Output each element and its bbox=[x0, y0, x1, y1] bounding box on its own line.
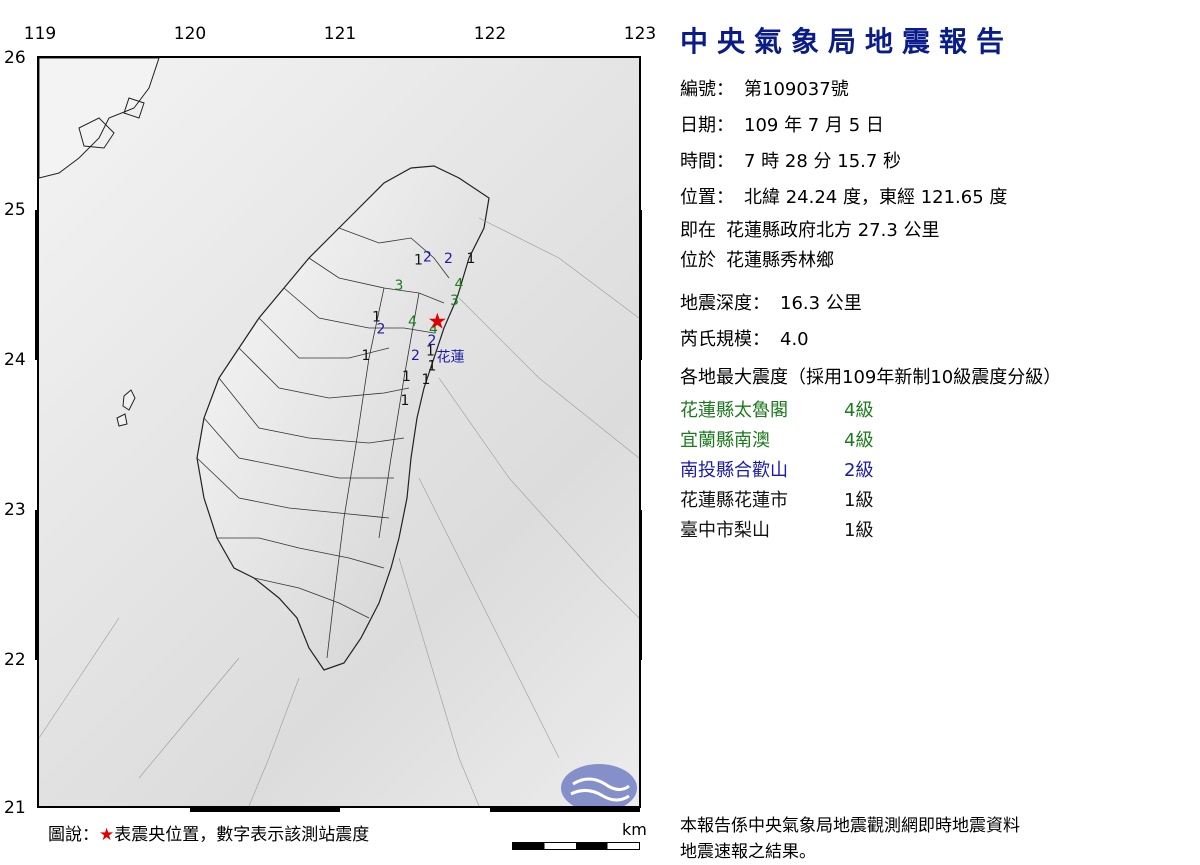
map-panel: 119 120 121 122 123 26 25 24 23 22 21 12213 bbox=[0, 0, 660, 857]
station-intensity-value: 2 bbox=[423, 249, 432, 265]
station-name: 臺中市梨山 bbox=[680, 520, 770, 541]
station-intensity-value: 1 bbox=[422, 372, 431, 388]
city-label-hualien: 花蓮 bbox=[437, 350, 465, 366]
station-intensity-value: 2 bbox=[411, 348, 420, 364]
station-name: 花蓮縣太魯閣 bbox=[680, 400, 788, 421]
station-row: 宜蘭縣南澳 4級 bbox=[680, 426, 1180, 456]
cwb-logo bbox=[561, 764, 637, 806]
taiwan-island bbox=[196, 165, 490, 671]
report-footer: 本報告係中央氣象局地震觀測網即時地震資料 地震速報之結果。 bbox=[680, 813, 1020, 865]
station-name: 南投縣合歡山 bbox=[680, 460, 788, 481]
scale-unit: km bbox=[622, 820, 647, 839]
station-intensity-value: 2 bbox=[444, 251, 453, 267]
latitude-label: 21 bbox=[4, 798, 26, 818]
terrain-map: 1 2 2 13 431 42 4212111 11 ★花蓮 bbox=[39, 58, 639, 806]
station-name: 宜蘭縣南澳 bbox=[680, 430, 770, 451]
station-level: 1級 bbox=[844, 520, 874, 541]
legend-prefix: 圖說： bbox=[48, 825, 99, 845]
station-row: 南投縣合歡山 2級 bbox=[680, 456, 1180, 486]
station-intensity-value: 4 bbox=[408, 314, 417, 330]
station-level: 4級 bbox=[844, 400, 874, 421]
report-number: 第109037號 bbox=[744, 79, 849, 100]
station-intensity-value: 1 bbox=[467, 251, 476, 267]
legend-text: 表震央位置，數字表示該測站震度 bbox=[114, 825, 370, 845]
report-position-row: 位置： 北緯 24.24 度，東經 121.65 度 bbox=[680, 187, 1008, 208]
station-intensity-value: 2 bbox=[377, 321, 386, 337]
map-legend: 圖說：★表震央位置，數字表示該測站震度 bbox=[48, 820, 369, 845]
station-intensity-value: 1 bbox=[362, 348, 371, 364]
report-date-row: 日期： 109 年 7 月 5 日 bbox=[680, 115, 884, 136]
footer-line-1: 本報告係中央氣象局地震觀測網即時地震資料 bbox=[680, 816, 1020, 836]
station-intensity-value: 1 bbox=[401, 393, 410, 409]
earthquake-report: 中央氣象局地震報告 編號： 第109037號 日期： 109 年 7 月 5 日 時… bbox=[680, 20, 1180, 546]
latitude-label: 22 bbox=[4, 650, 26, 670]
intensity-heading: 各地最大震度（採用109年新制10級震度分級） bbox=[680, 367, 1062, 388]
station-intensity-value: 3 bbox=[450, 293, 459, 309]
station-level: 2級 bbox=[844, 460, 874, 481]
station-intensity-value: 1 bbox=[426, 344, 435, 360]
latitude-label: 25 bbox=[4, 200, 26, 220]
station-row: 臺中市梨山 1級 bbox=[680, 516, 1180, 546]
longitude-label: 123 bbox=[623, 24, 657, 44]
report-magnitude: 4.0 bbox=[780, 329, 809, 350]
station-row: 花蓮縣太魯閣 4級 bbox=[680, 396, 1180, 426]
longitude-label: 120 bbox=[173, 24, 207, 44]
map-canvas: 1221343142421211111 ★ 花蓮 bbox=[37, 56, 641, 808]
scale-bar bbox=[512, 842, 640, 850]
report-number-row: 編號： 第109037號 bbox=[680, 79, 849, 100]
station-intensity-value: 1 bbox=[414, 252, 423, 268]
latitude-label: 26 bbox=[4, 48, 26, 68]
latitude-label: 24 bbox=[4, 350, 26, 370]
report-depth-row: 地震深度： 16.3 公里 bbox=[680, 293, 862, 314]
report-relative-location: 花蓮縣政府北方 27.3 公里 bbox=[726, 220, 940, 241]
station-intensity-value: 4 bbox=[455, 276, 464, 292]
longitude-label: 119 bbox=[23, 24, 57, 44]
report-position: 北緯 24.24 度，東經 121.65 度 bbox=[744, 187, 1008, 208]
longitude-label: 122 bbox=[473, 24, 507, 44]
report-magnitude-row: 芮氏規模： 4.0 bbox=[680, 329, 809, 350]
longitude-label: 121 bbox=[323, 24, 357, 44]
report-depth: 16.3 公里 bbox=[780, 293, 862, 314]
report-township: 花蓮縣秀林鄉 bbox=[726, 250, 834, 271]
station-intensity-value: 3 bbox=[395, 278, 404, 294]
station-intensity-list: 花蓮縣太魯閣 4級 宜蘭縣南澳 4級 南投縣合歡山 2級 花蓮縣花蓮市 1級 臺中市梨山 1級 bbox=[680, 396, 1180, 546]
report-located-row: 位於 花蓮縣秀林鄉 bbox=[680, 250, 834, 271]
station-intensity-value: 1 bbox=[402, 369, 411, 385]
report-title: 中央氣象局地震報告 bbox=[680, 25, 1014, 58]
latitude-label: 23 bbox=[4, 500, 26, 520]
station-name: 花蓮縣花蓮市 bbox=[680, 490, 788, 511]
station-level: 1級 bbox=[844, 490, 874, 511]
station-row: 花蓮縣花蓮市 1級 bbox=[680, 486, 1180, 516]
report-relative-row: 即在 花蓮縣政府北方 27.3 公里 bbox=[680, 220, 940, 241]
footer-line-2: 地震速報之結果。 bbox=[680, 842, 816, 862]
report-time: 7 時 28 分 15.7 秒 bbox=[744, 151, 902, 172]
epicenter-star-icon: ★ bbox=[99, 825, 115, 845]
penghu-islands bbox=[116, 389, 136, 427]
report-time-row: 時間： 7 時 28 分 15.7 秒 bbox=[680, 151, 902, 172]
report-date: 109 年 7 月 5 日 bbox=[744, 115, 884, 136]
station-level: 4級 bbox=[844, 430, 874, 451]
epicenter-star-icon: ★ bbox=[428, 309, 448, 334]
